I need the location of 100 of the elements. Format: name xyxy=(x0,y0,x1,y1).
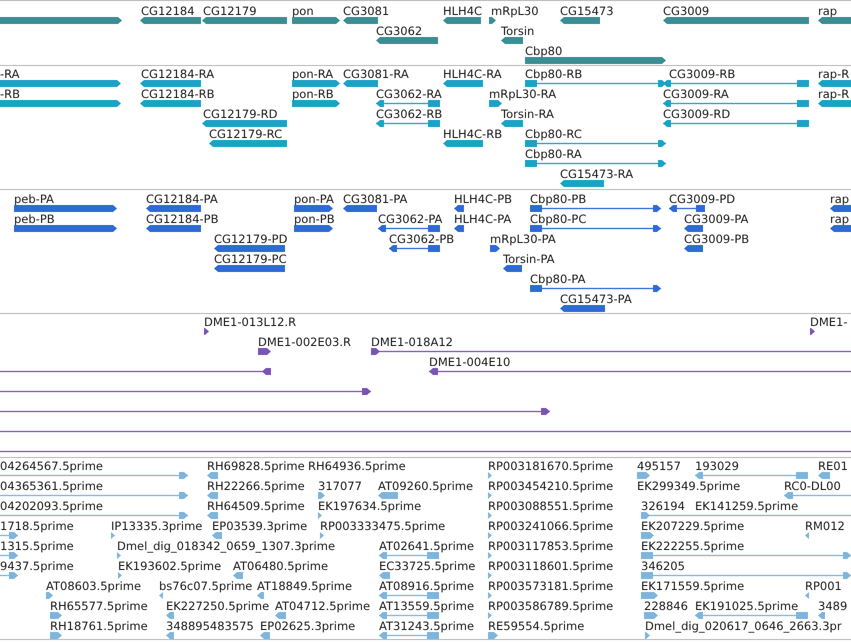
feature-arrow[interactable] xyxy=(443,17,481,24)
feature-label: 228846 xyxy=(644,599,688,613)
feature-label: RP003454210.5prime xyxy=(488,479,614,493)
feature-arrow[interactable] xyxy=(376,37,438,44)
feature-arrow[interactable] xyxy=(525,160,666,167)
feature-arrow[interactable] xyxy=(376,100,440,107)
feature-arrow[interactable] xyxy=(429,368,851,375)
feature-label: CG3081 xyxy=(343,4,390,18)
feature-label: Cbp80-PA xyxy=(530,272,586,286)
feature-arrow[interactable] xyxy=(292,100,340,107)
feature-arrow[interactable] xyxy=(292,17,340,24)
feature-arrow[interactable] xyxy=(830,225,851,232)
feature-arrow[interactable] xyxy=(530,225,661,232)
feature-label: CG3062-PB xyxy=(389,232,454,246)
feature-arrow[interactable] xyxy=(140,80,201,87)
feature-label: RC0-DL00 xyxy=(784,479,841,493)
feature-arrow[interactable] xyxy=(146,205,201,212)
feature-arrow[interactable] xyxy=(294,225,333,232)
feature-label: EK193602.5prime xyxy=(118,559,222,573)
feature-label: pon-RB xyxy=(292,87,334,101)
feature-label: 326194 xyxy=(641,499,685,513)
feature-arrow[interactable] xyxy=(389,245,440,252)
feature-label: 317077 xyxy=(318,479,362,493)
feature-arrow[interactable] xyxy=(343,205,377,212)
feature-label: CG3081-PA xyxy=(343,192,408,206)
feature-label: CG12179 xyxy=(203,4,257,18)
feature-arrow[interactable] xyxy=(371,348,851,355)
feature-arrow[interactable] xyxy=(0,408,550,415)
feature-arrow[interactable] xyxy=(443,80,483,87)
feature-arrow[interactable] xyxy=(0,368,271,375)
feature-label: CG12184-RB xyxy=(141,87,215,101)
feature-arrow[interactable] xyxy=(489,100,502,107)
feature-label: CG3009-PD xyxy=(669,192,736,206)
feature-label: CG15473-RA xyxy=(560,167,634,181)
feature-arrow[interactable] xyxy=(376,120,440,127)
feature-label: AT13559.5prime xyxy=(379,599,474,613)
feature-arrow[interactable] xyxy=(501,37,523,44)
feature-arrow[interactable] xyxy=(294,205,333,212)
feature-arrow[interactable] xyxy=(501,120,523,127)
feature-arrow[interactable] xyxy=(140,100,201,107)
feature-line[interactable] xyxy=(0,428,851,435)
feature-label: Cbp80-RC xyxy=(525,127,582,141)
feature-label: Torsin-PA xyxy=(503,252,555,266)
feature-label: 348895483575 xyxy=(166,619,254,633)
feature-arrow[interactable] xyxy=(560,305,605,312)
feature-arrow[interactable] xyxy=(503,265,522,272)
feature-arrow[interactable] xyxy=(292,80,340,87)
feature-arrow[interactable] xyxy=(490,245,500,252)
feature-label: HLH4C xyxy=(443,4,482,18)
feature-arrow[interactable] xyxy=(443,140,483,147)
feature-label: DME1-013L12.R xyxy=(204,315,296,329)
feature-arrow[interactable] xyxy=(830,205,851,212)
feature-arrow[interactable] xyxy=(454,225,464,232)
feature-arrow[interactable] xyxy=(530,205,661,212)
feature-label: 3489 xyxy=(818,599,848,613)
feature-arrow[interactable] xyxy=(378,225,440,232)
feature-arrow[interactable] xyxy=(560,17,600,24)
feature-label: rap xyxy=(818,4,838,18)
feature-arrow[interactable] xyxy=(525,140,666,147)
feature-arrow[interactable] xyxy=(343,80,378,87)
feature-label: CG3062-RB xyxy=(376,107,442,121)
feature-arrow[interactable] xyxy=(810,328,815,335)
feature-label: HLH4C-PA xyxy=(454,212,512,226)
feature-label: rap-R xyxy=(818,87,850,101)
feature-line[interactable] xyxy=(0,448,851,455)
feature-arrow[interactable] xyxy=(818,17,851,24)
feature-label: EC33725.5prime xyxy=(379,559,476,573)
feature-arrow[interactable] xyxy=(530,285,661,292)
feature-label: Cbp80 xyxy=(525,44,562,58)
feature-arrow[interactable] xyxy=(818,100,851,107)
feature-label: CG3062-PA xyxy=(378,212,442,226)
feature-arrow[interactable] xyxy=(0,388,371,395)
feature-arrow[interactable] xyxy=(146,225,201,232)
feature-label: CG3081-RA xyxy=(343,67,409,81)
feature-arrow[interactable] xyxy=(204,328,209,335)
feature-arrow[interactable] xyxy=(343,17,378,24)
feature-label: pon-PB xyxy=(294,212,335,226)
feature-arrow[interactable] xyxy=(663,120,809,127)
feature-arrow[interactable] xyxy=(818,80,851,87)
feature-label: pon-PA xyxy=(294,192,334,206)
feature-arrow[interactable] xyxy=(258,348,271,355)
feature-label: CG12179-PD xyxy=(214,232,288,246)
feature-arrow[interactable] xyxy=(140,17,201,24)
feature-arrow[interactable] xyxy=(684,225,703,232)
feature-arrow[interactable] xyxy=(684,245,703,252)
feature-arrow[interactable] xyxy=(525,80,666,87)
feature-arrow[interactable] xyxy=(663,100,809,107)
feature-arrow[interactable] xyxy=(669,205,705,212)
feature-label: CG3009-RA xyxy=(663,87,729,101)
feature-label: AT08916.5prime xyxy=(379,579,474,593)
feature-label: CG3009-RD xyxy=(663,107,730,121)
feature-arrow[interactable] xyxy=(663,80,809,87)
feature-label: AT06480.5prime xyxy=(233,559,328,573)
feature-arrow[interactable] xyxy=(489,17,496,24)
feature-label: CG3009-PB xyxy=(684,232,750,246)
feature-arrow[interactable] xyxy=(454,205,464,212)
feature-arrow[interactable] xyxy=(560,180,604,187)
feature-label: RM012 xyxy=(805,519,845,533)
feature-label: DME1-004E10 xyxy=(429,355,510,369)
feature-label: Torsin xyxy=(501,24,534,38)
